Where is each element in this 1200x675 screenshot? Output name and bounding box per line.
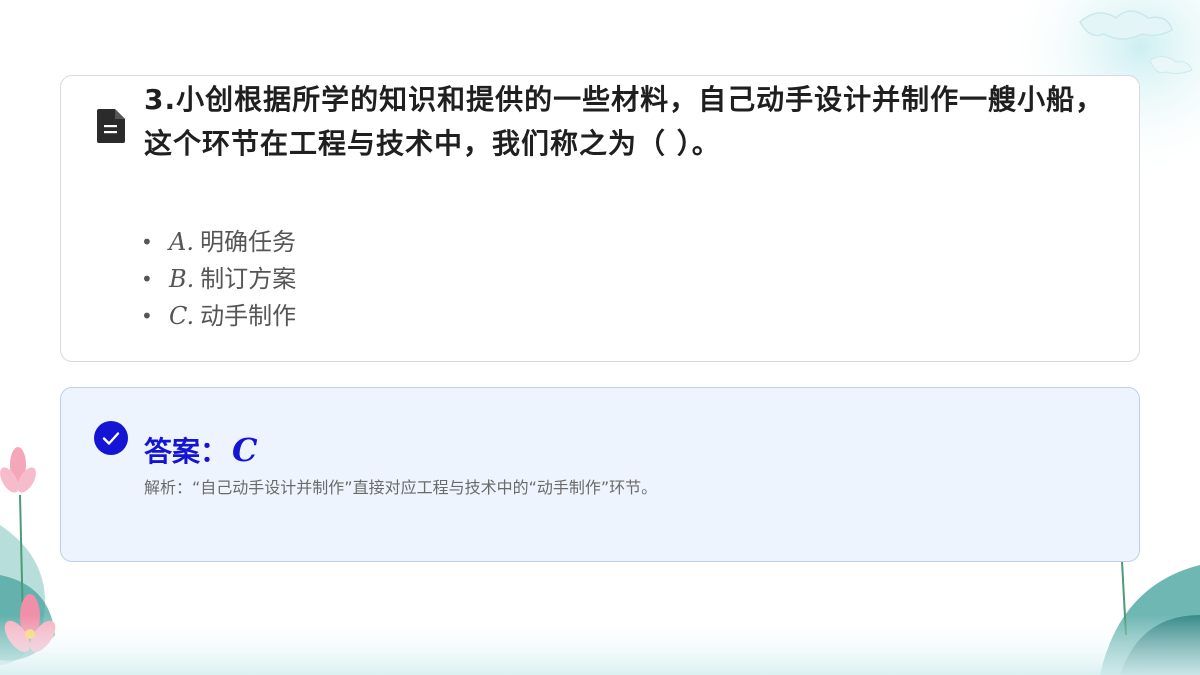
question-card: 3.小创根据所学的知识和提供的一些材料，自己动手设计并制作一艘小船，这个环节在工… [60,75,1140,362]
bullet-icon: • [141,304,153,328]
option-text: 明确任务 [199,228,296,256]
option-letter: C. [169,302,195,330]
option-list: • A. 明确任务 • B. 制订方案 • C. 动手制作 [141,224,296,335]
answer-value: C [232,431,258,469]
check-circle-icon [94,421,128,455]
question-text: 3.小创根据所学的知识和提供的一些材料，自己动手设计并制作一艘小船，这个环节在工… [144,78,1114,166]
answer-card: 答案： C 解析：“自己动手设计并制作”直接对应工程与技术中的“动手制作”环节。 [60,387,1140,562]
question-number: 3. [144,83,177,116]
option-text: 制订方案 [200,265,297,293]
option-b[interactable]: • B. 制订方案 [141,261,296,298]
document-icon [97,109,125,143]
bullet-icon: • [141,267,153,291]
answer-line: 答案： C [144,430,257,472]
question-body: 小创根据所学的知识和提供的一些材料，自己动手设计并制作一艘小船，这个环节在工程与… [144,83,1105,160]
option-letter: A. [169,228,194,256]
option-letter: B. [169,265,195,293]
answer-explanation: 解析：“自己动手设计并制作”直接对应工程与技术中的“动手制作”环节。 [144,478,658,497]
watercolor-wash-decoration [0,615,1200,675]
answer-label: 答案： [144,435,229,468]
option-a[interactable]: • A. 明确任务 [141,224,296,261]
option-text: 动手制作 [200,302,297,330]
option-c[interactable]: • C. 动手制作 [141,298,296,335]
bullet-icon: • [141,230,153,254]
